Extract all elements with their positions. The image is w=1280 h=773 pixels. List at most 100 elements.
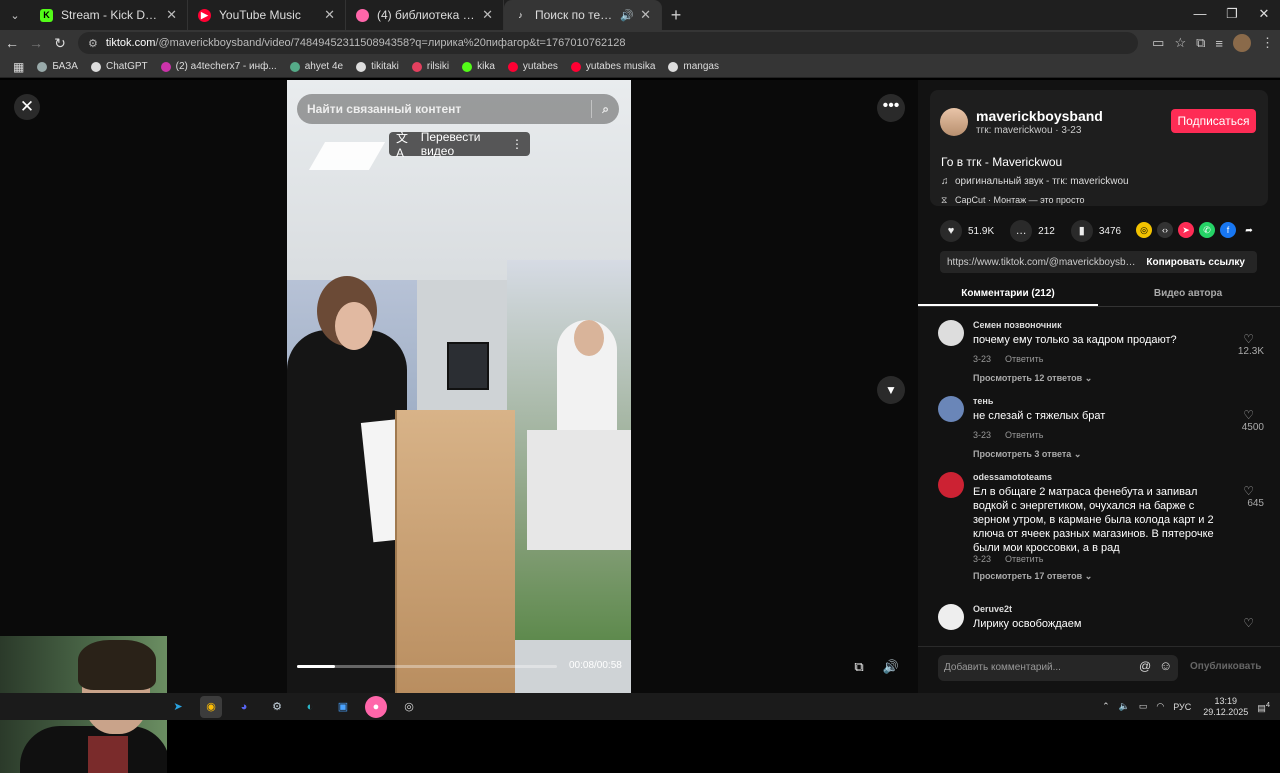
telegram-icon[interactable]: ➤: [167, 696, 189, 718]
comment-button[interactable]: … 212: [1010, 220, 1055, 242]
new-tab-button[interactable]: +: [662, 5, 690, 26]
reply-button[interactable]: Ответить: [1005, 354, 1043, 364]
video-player[interactable]: Найти связанный контент ⌕ 文A Перевести в…: [287, 80, 631, 693]
media-control-icon[interactable]: ≡: [1215, 36, 1223, 51]
restore-icon[interactable]: ❐: [1216, 0, 1248, 30]
file-explorer-icon[interactable]: ▣: [332, 696, 354, 718]
clock[interactable]: 13:19 29.12.2025: [1203, 696, 1248, 718]
back-arrow-icon[interactable]: ←: [0, 35, 24, 51]
comment-like-button[interactable]: ♡ 645: [1224, 484, 1264, 509]
bookmark-star-icon[interactable]: ☆: [1174, 35, 1186, 51]
minimize-icon[interactable]: —: [1184, 0, 1216, 30]
save-button[interactable]: ▮ 3476: [1070, 220, 1121, 242]
bookmark-yutabes-musika[interactable]: yutabes musika: [570, 61, 655, 72]
commenter-avatar[interactable]: [938, 320, 964, 346]
close-tab-icon[interactable]: ✕: [166, 7, 177, 23]
cast-icon[interactable]: ▭: [1152, 35, 1164, 51]
view-replies-button[interactable]: Просмотреть 12 ответов ⌄: [973, 373, 1092, 384]
author-name[interactable]: maverickboysband: [976, 108, 1103, 124]
tab-comments[interactable]: Комментарии (212): [918, 283, 1098, 306]
language-indicator[interactable]: РУС: [1173, 702, 1191, 712]
reload-icon[interactable]: ↻: [48, 35, 72, 52]
commenter-avatar[interactable]: [938, 396, 964, 422]
emoji-icon[interactable]: ☺: [1159, 658, 1172, 673]
like-button[interactable]: ♥ 51.9K: [940, 220, 994, 242]
bookmark-kika[interactable]: kika: [462, 61, 495, 72]
share-link-url[interactable]: https://www.tiktok.com/@maverickboysband…: [940, 257, 1140, 268]
close-tab-icon[interactable]: ✕: [482, 7, 493, 23]
send-share-icon[interactable]: ➤: [1178, 222, 1194, 238]
site-info-icon[interactable]: ⚙: [88, 37, 98, 50]
reply-button[interactable]: Ответить: [1005, 554, 1043, 564]
tab-author-videos[interactable]: Видео автора: [1098, 283, 1278, 306]
reply-button[interactable]: Ответить: [1005, 430, 1043, 440]
bookmark-yutabes[interactable]: yutabes: [507, 61, 558, 72]
floating-player-icon[interactable]: ⧉: [847, 655, 871, 679]
bookmark-chatgpt[interactable]: ChatGPT: [90, 61, 148, 72]
author-avatar[interactable]: [940, 108, 968, 136]
capcut-link[interactable]: ⧖ CapCut · Монтаж — это просто: [941, 195, 1084, 206]
wifi-icon[interactable]: ◠: [1156, 701, 1164, 712]
close-tab-icon[interactable]: ✕: [324, 7, 335, 23]
osu-icon[interactable]: ●: [365, 696, 387, 718]
obs-icon[interactable]: ◎: [398, 696, 420, 718]
address-bar[interactable]: ⚙ tiktok.com/@maverickboysband/video/748…: [78, 32, 1138, 54]
bookmark-rilsiki[interactable]: rilsiki: [411, 61, 449, 72]
commenter-name[interactable]: Oeruve2t: [973, 604, 1012, 614]
notifications-icon[interactable]: ▤4: [1257, 700, 1270, 714]
network-icon[interactable]: ▭: [1139, 701, 1148, 712]
copy-link-button[interactable]: Копировать ссылку: [1146, 257, 1245, 268]
tab-tiktok[interactable]: ♪ Поиск по теме «лирика пифагор» 🔊 ✕: [504, 0, 662, 30]
edge-icon[interactable]: ◐: [299, 696, 321, 718]
commenter-name[interactable]: тень: [973, 396, 993, 406]
tab-youtube-music[interactable]: ▶ YouTube Music ✕: [188, 0, 346, 30]
commenter-name[interactable]: odessamototeams: [973, 472, 1052, 482]
share-arrow-icon[interactable]: ➦: [1241, 222, 1257, 238]
facebook-icon[interactable]: f: [1220, 222, 1236, 238]
audio-playing-icon[interactable]: 🔊: [620, 9, 634, 22]
bookmark-mangas[interactable]: mangas: [668, 61, 719, 72]
post-comment-button[interactable]: Опубликовать: [1190, 661, 1261, 672]
discord-icon[interactable]: ◕: [233, 696, 255, 718]
tab-osu[interactable]: (4) библиотека карт | osu! ✕: [346, 0, 504, 30]
speaker-icon[interactable]: 🔈: [1119, 701, 1130, 712]
apps-grid-icon[interactable]: ▦: [13, 60, 24, 74]
related-search-input[interactable]: Найти связанный контент ⌕: [297, 94, 619, 124]
commenter-avatar[interactable]: [938, 604, 964, 630]
commenter-avatar[interactable]: [938, 472, 964, 498]
view-replies-button[interactable]: Просмотреть 17 ответов ⌄: [973, 571, 1092, 582]
comment-like-button[interactable]: ♡ 12.3K: [1224, 332, 1264, 357]
follow-button[interactable]: Подписаться: [1171, 109, 1256, 133]
bookmark-a4techerx7[interactable]: (2) a4techerx7 - инф...: [160, 61, 277, 72]
comment-like-button[interactable]: ♡: [1224, 616, 1264, 630]
more-options-icon[interactable]: •••: [877, 94, 905, 122]
bookmark-ahyet[interactable]: ahyet 4e: [289, 61, 343, 72]
tab-search-chevron-icon[interactable]: ⌄: [0, 0, 30, 30]
translate-video-button[interactable]: 文A Перевести видео ⋮: [389, 130, 530, 160]
steam-icon[interactable]: ⚙: [266, 696, 288, 718]
close-icon[interactable]: ✕: [14, 94, 40, 120]
bookmark-baza[interactable]: БАЗА: [37, 61, 78, 72]
tab-kick[interactable]: K Stream - Kick Dashboard ✕: [30, 0, 188, 30]
close-tab-icon[interactable]: ✕: [640, 7, 651, 23]
search-icon[interactable]: ⌕: [602, 102, 609, 117]
commenter-name[interactable]: Семен позвоночник: [973, 320, 1062, 330]
comment-like-button[interactable]: ♡ 4500: [1224, 408, 1264, 433]
close-window-icon[interactable]: ✕: [1248, 0, 1280, 30]
music-link[interactable]: ♫ оригинальный звук - тгк: maverickwou: [941, 176, 1129, 187]
browser-menu-icon[interactable]: ⋮: [1261, 35, 1274, 51]
whatsapp-icon[interactable]: ✆: [1199, 222, 1215, 238]
bookmark-tikitaki[interactable]: tikitaki: [356, 61, 399, 72]
profile-avatar[interactable]: [1233, 34, 1251, 52]
extensions-icon[interactable]: ⧉: [1196, 35, 1205, 51]
tray-overflow-icon[interactable]: ⌃: [1102, 701, 1110, 712]
volume-icon[interactable]: 🔊: [879, 655, 903, 679]
next-video-chevron-down-icon[interactable]: ▼: [877, 376, 905, 404]
mention-icon[interactable]: @: [1139, 659, 1151, 673]
chrome-icon[interactable]: ◉: [200, 696, 222, 718]
embed-icon[interactable]: ‹›: [1157, 222, 1173, 238]
translate-options-icon[interactable]: ⋮: [511, 137, 523, 151]
forward-arrow-icon[interactable]: →: [24, 35, 48, 51]
view-replies-button[interactable]: Просмотреть 3 ответа ⌄: [973, 449, 1081, 460]
friends-share-icon[interactable]: ◎: [1136, 222, 1152, 238]
